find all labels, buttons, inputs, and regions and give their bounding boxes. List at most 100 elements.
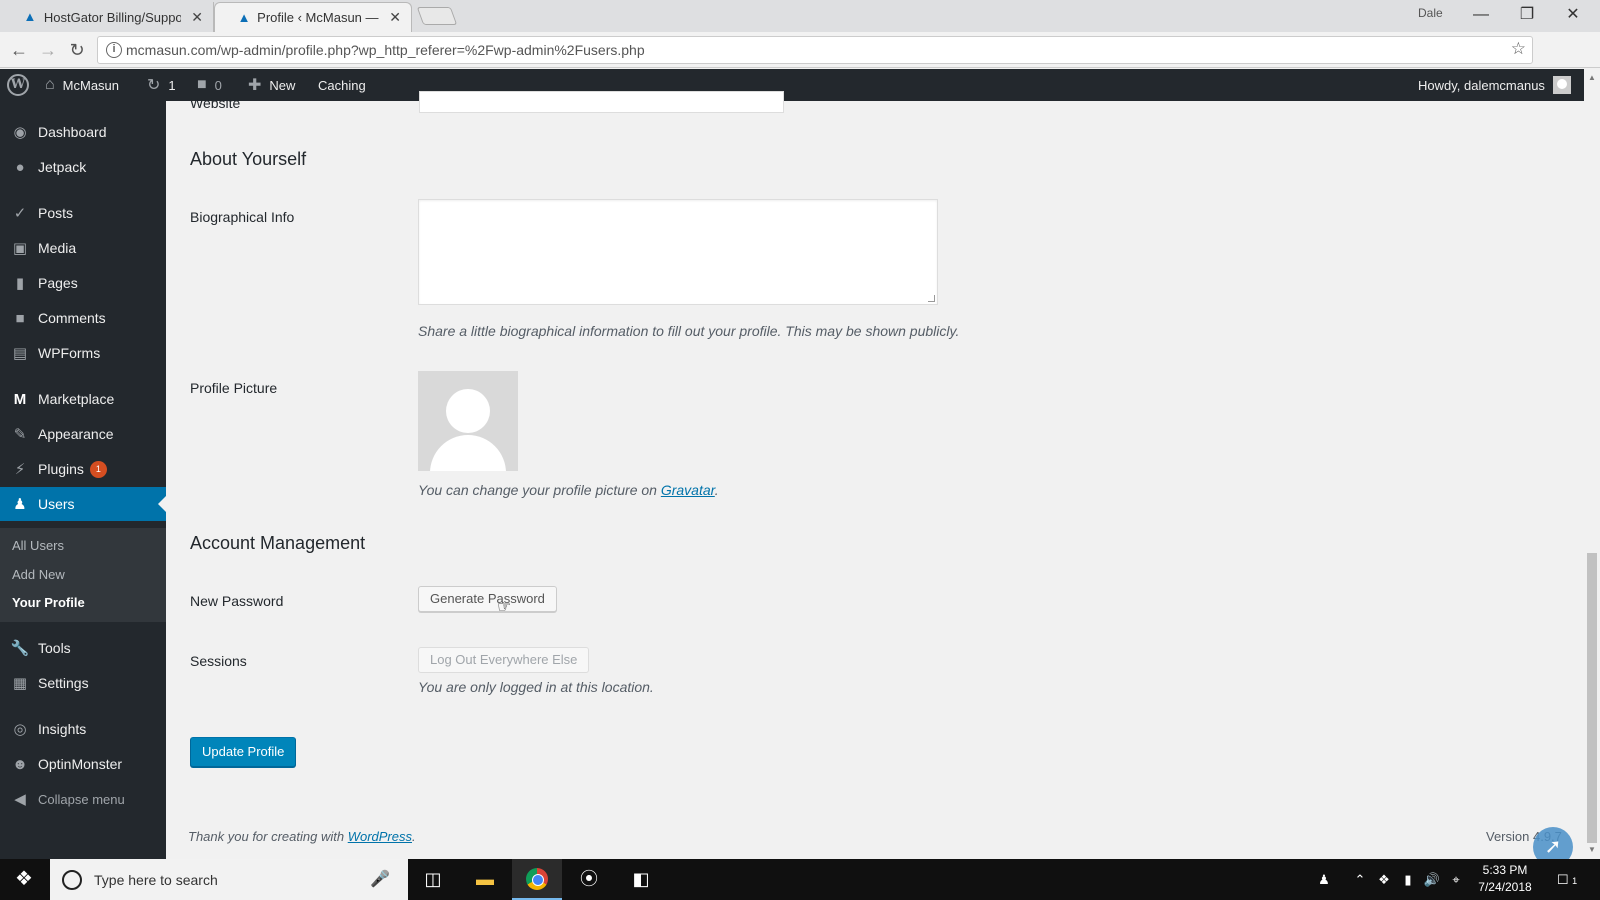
sidebar-item-dashboard[interactable]: ◉ Dashboard	[0, 115, 166, 149]
browser-tab-hostgator[interactable]: ▲ HostGator Billing/Suppor ✕	[0, 2, 214, 32]
website-field[interactable]	[419, 91, 784, 113]
sessions-description: You are only logged in at this location.	[418, 679, 654, 695]
updates-link[interactable]: ↻ 1	[147, 69, 176, 101]
sidebar-item-label: OptinMonster	[38, 756, 123, 772]
scroll-up-arrow-icon[interactable]: ▲	[1588, 73, 1596, 82]
forward-arrow-icon[interactable]: →	[36, 38, 60, 62]
howdy-text: Howdy, dalemcmanus	[1418, 77, 1545, 93]
show-hidden-icons-icon[interactable]: ⌃	[1350, 859, 1370, 900]
address-bar[interactable]: i mcmasun.com/wp-admin/profile.php?wp_ht…	[97, 36, 1533, 64]
optinmonster-icon: ☻	[12, 755, 28, 773]
sidebar-item-insights[interactable]: ◎ Insights	[0, 712, 166, 746]
jetpack-icon: ●	[15, 158, 25, 176]
chrome-taskbar-button[interactable]	[512, 859, 562, 900]
sidebar-item-marketplace[interactable]: M Marketplace	[0, 382, 166, 416]
search-placeholder: Type here to search	[94, 871, 218, 888]
restore-button[interactable]: ❐	[1504, 2, 1550, 28]
back-arrow-icon[interactable]: ←	[7, 38, 31, 62]
page-scrollbar[interactable]: ▲ ▼	[1584, 69, 1600, 859]
sidebar-item-label: Posts	[38, 205, 74, 221]
sidebar-item-posts[interactable]: ✓ Posts	[0, 196, 166, 230]
browser-toolbar: ← → ↻ i mcmasun.com/wp-admin/profile.php…	[0, 32, 1600, 91]
gravatar-link[interactable]: Gravatar	[661, 482, 715, 498]
wifi-icon[interactable]: ⌖	[1446, 859, 1466, 900]
reload-icon[interactable]: ↻	[65, 38, 89, 62]
submenu-all-users[interactable]: All Users	[12, 538, 64, 553]
brush-icon: ✎	[13, 426, 27, 443]
minimize-button[interactable]: —	[1458, 2, 1504, 28]
sidebar-item-plugins[interactable]: ⚡ Plugins 1	[0, 452, 166, 486]
profile-picture-description: You can change your profile picture on G…	[418, 482, 719, 498]
taskbar-search-box[interactable]: Type here to search 🎤	[50, 859, 408, 900]
tab-title: HostGator Billing/Suppor	[43, 9, 182, 25]
profile-picture-label: Profile Picture	[190, 380, 278, 396]
wordpress-logo-icon[interactable]: W	[7, 69, 29, 101]
sidebar-item-label: Insights	[38, 721, 87, 737]
notes-app-icon[interactable]: ◧	[616, 859, 666, 900]
sidebar-item-optinmonster[interactable]: ☻ OptinMonster	[0, 747, 166, 781]
battery-icon[interactable]: ▮	[1398, 859, 1418, 900]
picture-desc-suffix: .	[714, 482, 719, 498]
sidebar-item-users[interactable]: ♟ Users	[0, 487, 166, 521]
new-tab-button[interactable]	[416, 7, 458, 25]
log-out-everywhere-button[interactable]: Log Out Everywhere Else	[418, 647, 590, 673]
plugin-icon: ⚡	[14, 461, 26, 478]
sidebar-item-tools[interactable]: 🔧 Tools	[0, 631, 166, 665]
action-center-button[interactable]: ☐ 1	[1552, 859, 1582, 900]
notification-icon: ☐	[1556, 872, 1569, 887]
bio-textarea[interactable]	[418, 199, 938, 305]
windows-taskbar: ❖ Type here to search 🎤 ◫ ▬ ⦿ ◧ ♟ ⌃ ❖ ▮ …	[0, 859, 1600, 900]
people-icon[interactable]: ♟	[1312, 859, 1336, 900]
collapse-menu-button[interactable]: ◀ Collapse menu	[0, 782, 166, 816]
user-icon: ♟	[13, 496, 27, 513]
volume-icon[interactable]: 🔊	[1422, 859, 1442, 900]
sidebar-item-jetpack[interactable]: ● Jetpack	[0, 150, 166, 184]
info-icon[interactable]: i	[106, 42, 122, 58]
file-explorer-icon[interactable]: ▬	[460, 859, 510, 900]
windows-start-icon[interactable]: ❖	[0, 859, 48, 900]
sidebar-item-pages[interactable]: ▮ Pages	[0, 266, 166, 300]
collapse-arrow-icon: ◀	[14, 791, 26, 808]
sidebar-item-settings[interactable]: ▦ Settings	[0, 666, 166, 700]
forms-icon: ▤	[12, 345, 28, 362]
wordpress-w-icon: W	[7, 74, 29, 96]
settings-icon: ▦	[12, 675, 28, 692]
sidebar-item-appearance[interactable]: ✎ Appearance	[0, 417, 166, 451]
caching-link[interactable]: Caching	[318, 69, 366, 101]
dropbox-icon[interactable]: ❖	[1374, 859, 1394, 900]
scroll-down-arrow-icon[interactable]: ▼	[1588, 845, 1596, 854]
window-user-label[interactable]: Dale	[1418, 6, 1443, 20]
collapse-menu-label: Collapse menu	[38, 791, 125, 807]
comment-bubble-icon: ■	[197, 76, 207, 93]
clock-time: 5:33 PM	[1482, 863, 1528, 877]
url-text[interactable]: mcmasun.com/wp-admin/profile.php?wp_http…	[126, 42, 645, 58]
new-content-link[interactable]: ✚ New	[248, 69, 295, 101]
submenu-add-new[interactable]: Add New	[12, 567, 65, 582]
microphone-icon[interactable]: 🎤	[370, 869, 390, 889]
update-profile-button[interactable]: Update Profile	[190, 737, 297, 767]
footer-thanks-text: Thank you for creating with	[188, 829, 348, 844]
my-account-link[interactable]: Howdy, dalemcmanus	[1418, 69, 1571, 101]
generate-password-button[interactable]: Generate Password	[418, 586, 557, 612]
scrollbar-thumb[interactable]	[1587, 553, 1597, 843]
sidebar-item-comments[interactable]: ■ Comments	[0, 301, 166, 335]
sidebar-item-wpforms[interactable]: ▤ WPForms	[0, 336, 166, 370]
clock-date: 7/24/2018	[1478, 880, 1532, 894]
sidebar-item-label: Tools	[38, 640, 71, 656]
bookmark-star-icon[interactable]: ☆	[1511, 39, 1526, 59]
submenu-your-profile[interactable]: Your Profile	[12, 595, 85, 610]
browser-tab-profile[interactable]: ▲ Profile ‹ McMasun — Wo ✕	[214, 2, 412, 32]
site-name-link[interactable]: ⌂ McMasun	[45, 69, 119, 101]
picture-desc-text: You can change your profile picture on	[418, 482, 661, 498]
sidebar-item-media[interactable]: ▣ Media	[0, 231, 166, 265]
close-window-button[interactable]: ✕	[1550, 2, 1596, 28]
browser-tab-strip: ▲ HostGator Billing/Suppor ✕ ▲ Profile ‹…	[0, 0, 1600, 32]
taskbar-clock[interactable]: 5:33 PM 7/24/2018	[1470, 862, 1540, 896]
close-tab-icon[interactable]: ✕	[389, 9, 401, 26]
close-tab-icon[interactable]: ✕	[191, 9, 203, 26]
wordpress-link[interactable]: WordPress	[348, 829, 412, 844]
obs-icon[interactable]: ⦿	[564, 859, 614, 900]
task-view-icon[interactable]: ◫	[408, 859, 458, 900]
site-name: McMasun	[62, 77, 120, 93]
updates-count: 1	[168, 77, 176, 93]
